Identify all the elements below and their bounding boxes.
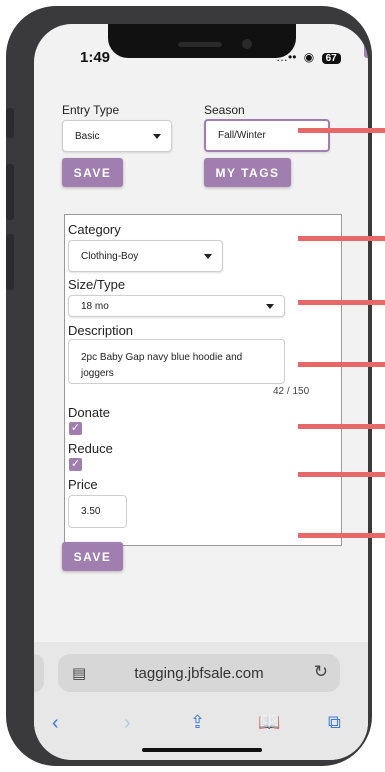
bookmarks-icon[interactable]: 📖 [258, 712, 280, 733]
wifi-icon: ◉ [303, 50, 315, 64]
category-value: Clothing-Boy [81, 250, 139, 262]
description-textarea[interactable]: 2pc Baby Gap navy blue hoodie and jogger… [68, 339, 285, 384]
annotation-arrow [298, 362, 385, 367]
entry-type-label: Entry Type [62, 103, 120, 117]
annotation-arrow [298, 236, 385, 241]
speaker [178, 42, 222, 47]
my-tags-button[interactable]: MY TAGS [204, 158, 291, 187]
annotation-arrow [298, 300, 385, 305]
size-type-select[interactable]: 18 mo [68, 295, 285, 317]
mute-switch [6, 108, 14, 138]
forward-icon[interactable]: › [124, 712, 131, 735]
season-label: Season [204, 103, 245, 117]
category-select[interactable]: Clothing-Boy [68, 240, 223, 272]
price-input[interactable]: 3.50 [68, 495, 127, 528]
bottom-save-button[interactable]: SAVE [62, 542, 123, 571]
previous-tab-preview[interactable] [34, 654, 44, 692]
url-text: tagging.jbfsale.com [134, 665, 264, 682]
category-label: Category [68, 222, 121, 237]
description-label: Description [68, 323, 134, 338]
notch [108, 24, 296, 58]
status-time: 1:49 [80, 49, 111, 66]
chevron-down-icon [266, 304, 274, 309]
size-type-value: 18 mo [81, 300, 109, 312]
size-type-label: Size/Type [68, 277, 126, 292]
donate-checkbox[interactable]: ✓ [69, 422, 82, 435]
back-icon[interactable]: ‹ [52, 712, 59, 735]
price-value: 3.50 [81, 506, 101, 517]
page-edge-accent [364, 38, 368, 58]
description-counter: 42 / 150 [273, 386, 310, 397]
volume-down-button [6, 234, 14, 290]
chevron-down-icon [153, 134, 161, 139]
camera [242, 39, 252, 49]
annotation-arrow [298, 472, 385, 477]
browser-toolbar: ▤ tagging.jbfsale.com ↻ ‹ › ⇪ 📖 ⧉ [34, 642, 368, 760]
battery-icon: 67 [321, 53, 341, 64]
reduce-checkbox[interactable]: ✓ [69, 458, 82, 471]
volume-up-button [6, 164, 14, 220]
annotation-arrow [298, 533, 385, 538]
tabs-icon[interactable]: ⧉ [328, 712, 341, 733]
phone-frame: 1:49 …•• ◉ 67 Entry Type Basic Season Fa… [6, 6, 372, 766]
home-indicator [142, 748, 262, 752]
entry-type-value: Basic [75, 130, 100, 142]
description-line-2: joggers [81, 368, 114, 379]
reload-icon[interactable]: ↻ [314, 662, 328, 682]
annotation-arrow [298, 128, 385, 133]
address-bar[interactable]: ▤ tagging.jbfsale.com ↻ [58, 654, 340, 692]
save-button[interactable]: SAVE [62, 158, 123, 187]
item-form-card: Category Clothing-Boy Size/Type 18 mo De… [64, 214, 342, 546]
reduce-label: Reduce [68, 441, 113, 456]
description-line-1: 2pc Baby Gap navy blue hoodie and [81, 352, 243, 363]
season-value: Fall/Winter [218, 130, 266, 141]
chevron-down-icon [204, 254, 212, 259]
annotation-arrow [298, 424, 385, 429]
phone-screen: 1:49 …•• ◉ 67 Entry Type Basic Season Fa… [34, 24, 368, 760]
price-label: Price [68, 477, 98, 492]
entry-type-select[interactable]: Basic [62, 120, 172, 152]
share-icon[interactable]: ⇪ [190, 712, 205, 733]
donate-label: Donate [68, 405, 110, 420]
season-select[interactable]: Fall/Winter [204, 119, 330, 152]
